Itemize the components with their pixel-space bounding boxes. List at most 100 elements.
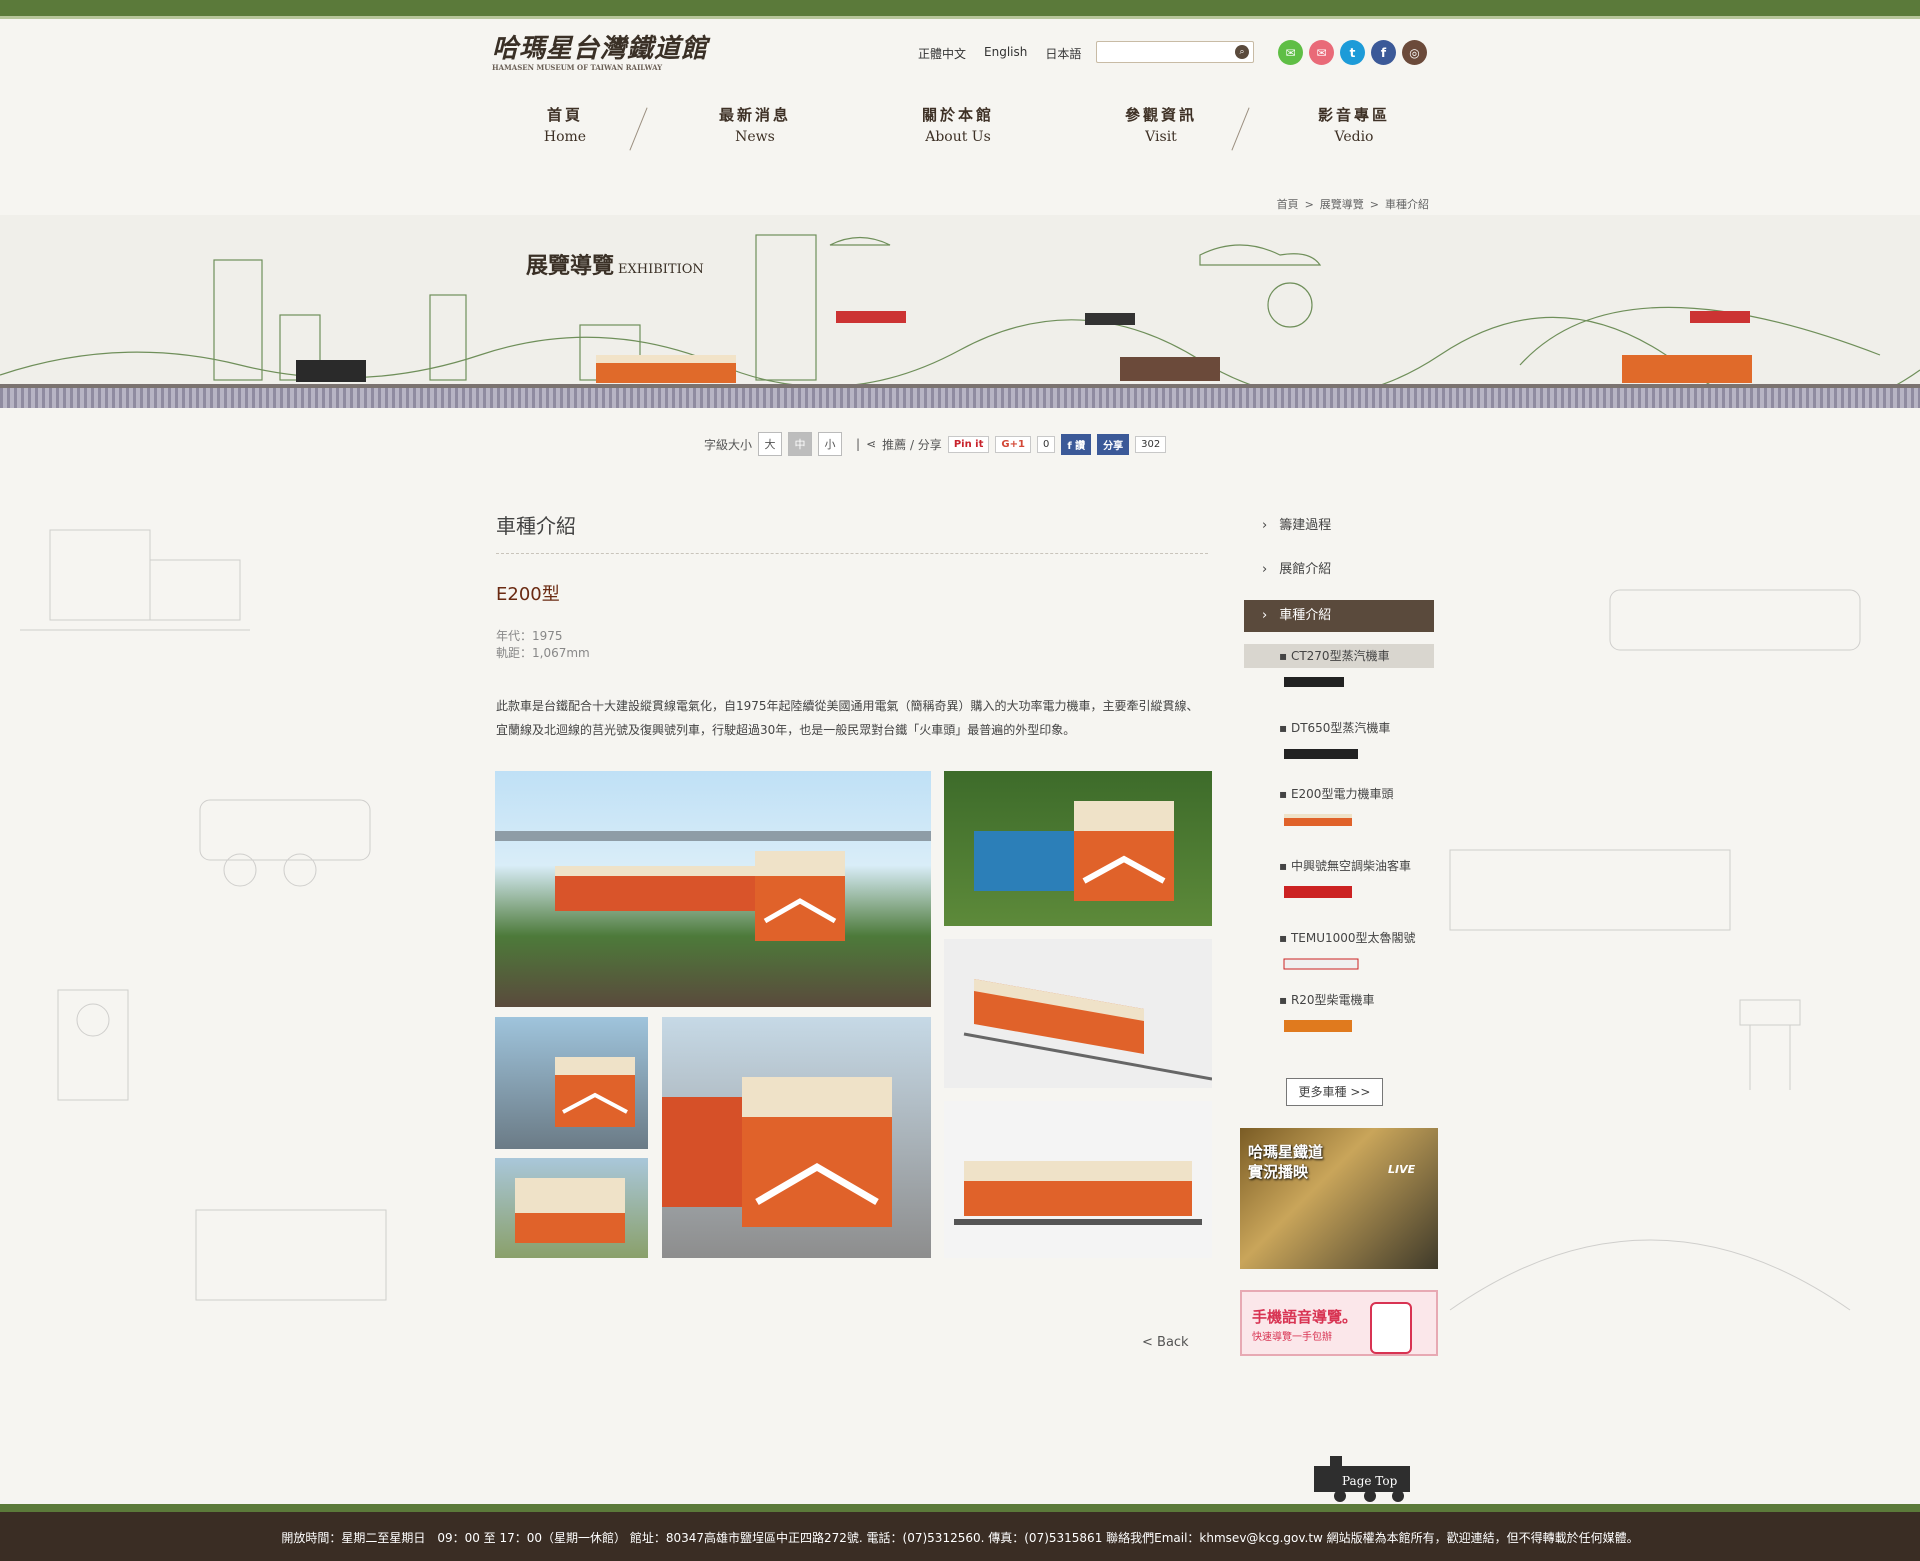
- language-switcher: 正體中文 English 日本語: [918, 45, 1081, 62]
- sidebar-sub-chuhsing[interactable]: ▪ 中興號無空調柴油客車: [1244, 854, 1434, 901]
- nav-home-zh: 首頁: [546, 106, 583, 124]
- sidebar-item-label: 展館介紹: [1279, 562, 1332, 577]
- breadcrumb-sep: >: [1369, 198, 1379, 211]
- sub-item-text: CT270型蒸汽機車: [1290, 649, 1390, 663]
- audio-guide-banner[interactable]: 手機語音導覽。 快速導覽一手包辦: [1240, 1290, 1438, 1356]
- sidebar-sub-r20[interactable]: ▪ R20型柴電機車: [1244, 988, 1434, 1035]
- instagram-icon[interactable]: ◎: [1402, 40, 1427, 65]
- page-tools: 字級大小 大 中 小 | ⋖ 推薦 / 分享 Pin it G+1 0 f 讚 …: [704, 432, 1167, 456]
- sub-item-label: ▪ E200型電力機車頭: [1279, 787, 1394, 801]
- search-icon[interactable]: ⌕: [1235, 45, 1249, 59]
- model-gauge: 軌距：1,067mm: [496, 646, 590, 660]
- nav-home[interactable]: 首頁 Home: [490, 104, 640, 154]
- nav-about-zh: 關於本館: [921, 106, 994, 124]
- top-border: [0, 0, 1920, 16]
- live-stream-banner[interactable]: 哈瑪星鐵道 實況播映 LIVE: [1240, 1128, 1438, 1269]
- line-icon[interactable]: ✉: [1278, 40, 1303, 65]
- banner-title: 展覽導覽 EXHIBITION: [526, 248, 704, 280]
- font-size-medium-button[interactable]: 中: [788, 432, 813, 456]
- search-box: ⌕: [1096, 41, 1254, 64]
- facebook-share-button[interactable]: 分享: [1097, 433, 1130, 455]
- bg-locomotive-sketch: [199, 799, 371, 887]
- sidebar-item-label: 車種介紹: [1279, 608, 1332, 623]
- photo-e200-train-bridge[interactable]: [495, 771, 931, 1007]
- sidebar-item-construction[interactable]: › 籌建過程: [1244, 510, 1434, 542]
- audio-guide-subtitle: 快速導覽一手包辦: [1252, 1332, 1332, 1343]
- share-label: 推薦 / 分享: [882, 437, 942, 452]
- divider: |: [856, 437, 861, 451]
- social-links: ✉ ✉ t f ◎: [1278, 40, 1427, 65]
- train-thumbnail: [1284, 814, 1352, 826]
- bg-sign-sketch: [1739, 999, 1801, 1090]
- rail-ballast: [0, 388, 1920, 408]
- lang-en[interactable]: English: [984, 45, 1027, 62]
- footer-top-border: [0, 1504, 1920, 1512]
- photo-e200-model-angled[interactable]: [944, 939, 1212, 1088]
- email-icon[interactable]: ✉: [1309, 40, 1334, 65]
- bg-loco-front-sketch: [57, 989, 129, 1101]
- nav-video-en: Vedio: [1334, 129, 1374, 145]
- lang-ja[interactable]: 日本語: [1045, 45, 1081, 62]
- chevron-right-icon: ›: [1262, 518, 1268, 533]
- nav-video-zh: 影音專區: [1317, 106, 1390, 124]
- bg-building-sketch: [20, 529, 250, 631]
- sidebar-sub-e200[interactable]: ▪ E200型電力機車頭: [1244, 782, 1434, 829]
- pinit-button[interactable]: Pin it: [947, 435, 990, 453]
- nav-about[interactable]: 關於本館 About Us: [883, 104, 1033, 154]
- train-thumbnail: [1284, 1020, 1352, 1032]
- nav-visit[interactable]: 參觀資訊 Visit: [1086, 104, 1236, 154]
- lang-zh-tw[interactable]: 正體中文: [918, 45, 966, 62]
- more-vehicles-button[interactable]: 更多車種 >>: [1286, 1078, 1383, 1106]
- top-border-line: [0, 16, 1920, 19]
- photo-e200-station-1[interactable]: [495, 1017, 648, 1149]
- photo-e200-platform[interactable]: [662, 1017, 931, 1258]
- page-title: 車種介紹: [496, 514, 576, 538]
- sidebar-item-museum-intro[interactable]: › 展館介紹: [1244, 554, 1434, 586]
- breadcrumb: 首頁 > 展覽導覽 > 車種介紹: [1274, 196, 1432, 212]
- photo-e200-station-2[interactable]: [495, 1158, 648, 1258]
- photo-e200-train-tunnel[interactable]: [944, 771, 1212, 926]
- banner-title-zh: 展覽導覽: [526, 253, 615, 279]
- breadcrumb-home[interactable]: 首頁: [1277, 198, 1299, 211]
- train-thumbnail: [1283, 958, 1359, 970]
- font-size-large-button[interactable]: 大: [758, 432, 783, 456]
- breadcrumb-exhibition[interactable]: 展覽導覽: [1320, 198, 1364, 211]
- font-size-label: 字級大小: [704, 437, 753, 452]
- sidebar-sub-temu1000[interactable]: ▪ TEMU1000型太魯閣號: [1244, 926, 1434, 973]
- sub-item-text: DT650型蒸汽機車: [1290, 721, 1391, 735]
- train-thumbnail: [1284, 677, 1344, 687]
- footer-info: 開放時間：星期二至星期日 09：00 至 17：00（星期一休館） 館址：803…: [281, 1531, 1639, 1545]
- logo-text: 哈瑪星台灣鐵道館: [492, 34, 709, 64]
- nav-visit-zh: 參觀資訊: [1124, 106, 1197, 124]
- sub-item-text: E200型電力機車頭: [1290, 787, 1394, 801]
- sidebar-sub-dt650[interactable]: ▪ DT650型蒸汽機車: [1244, 716, 1434, 763]
- sub-item-text: R20型柴電機車: [1290, 993, 1375, 1007]
- city-skyline-illustration: [0, 234, 1920, 412]
- sub-item-label: ▪ 中興號無空調柴油客車: [1279, 859, 1411, 873]
- back-link[interactable]: < Back: [1142, 1335, 1189, 1350]
- model-description: 此款車是台鐵配合十大建設縱貫線電氣化，自1975年起陸續從美國通用電氣（簡稱奇異…: [496, 699, 1199, 737]
- nav-about-en: About Us: [925, 129, 991, 145]
- sub-item-text: TEMU1000型太魯閣號: [1290, 931, 1416, 945]
- train-thumbnail: [1284, 886, 1352, 898]
- model-name: E200型: [496, 584, 560, 605]
- font-size-small-button[interactable]: 小: [818, 432, 843, 456]
- logo-subtitle: HAMASEN MUSEUM OF TAIWAN RAILWAY: [492, 63, 663, 72]
- sidebar-sub-ct270[interactable]: ▪ CT270型蒸汽機車: [1244, 644, 1434, 691]
- facebook-icon[interactable]: f: [1371, 40, 1396, 65]
- sidebar-item-vehicles[interactable]: › 車種介紹: [1244, 600, 1434, 632]
- site-logo[interactable]: 哈瑪星台灣鐵道館 HAMASEN MUSEUM OF TAIWAN RAILWA…: [492, 28, 748, 72]
- photo-e200-model-side[interactable]: [944, 1101, 1212, 1258]
- nav-video[interactable]: 影音專區 Vedio: [1279, 104, 1429, 154]
- sub-item-label: ▪ R20型柴電機車: [1279, 993, 1375, 1007]
- nav-news[interactable]: 最新消息 News: [680, 104, 830, 154]
- facebook-like-button[interactable]: f 讚: [1061, 433, 1092, 455]
- chevron-right-icon: ›: [1262, 562, 1268, 577]
- page-top-button[interactable]: Page Top: [1310, 1452, 1430, 1504]
- sub-item-label: ▪ CT270型蒸汽機車: [1244, 644, 1434, 668]
- twitter-icon[interactable]: t: [1340, 40, 1365, 65]
- search-input[interactable]: [1100, 44, 1234, 64]
- gplus-button[interactable]: G+1: [995, 435, 1031, 453]
- share-icon: ⋖: [866, 437, 877, 451]
- site-footer: 開放時間：星期二至星期日 09：00 至 17：00（星期一休館） 館址：803…: [0, 1504, 1920, 1561]
